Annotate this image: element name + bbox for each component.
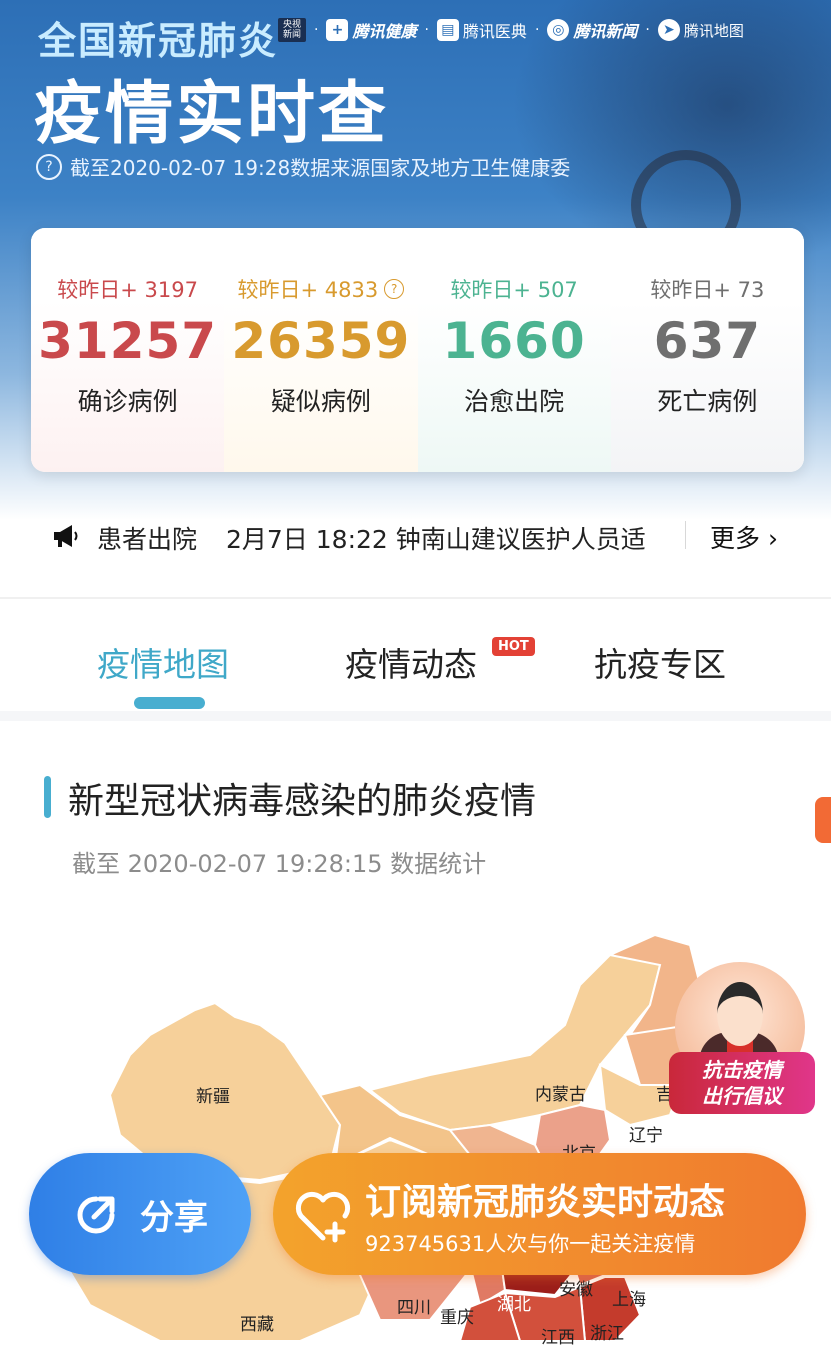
stat-value: 26359 xyxy=(231,312,411,370)
section-divider xyxy=(0,597,831,599)
active-tab-indicator xyxy=(134,697,205,709)
tab-epidemic-news[interactable]: 疫情动态 xyxy=(345,638,477,686)
news-ticker[interactable]: 患者出院 2月7日 18:22 钟南山建议医护人员适 更多 › xyxy=(0,505,831,565)
stat-cured: 较昨日+ 507 1660 治愈出院 xyxy=(417,228,611,472)
map-label-xinjiang: 新疆 xyxy=(196,1087,230,1107)
stat-confirmed: 较昨日+ 3197 31257 确诊病例 xyxy=(31,228,225,472)
stat-deaths: 较昨日+ 73 637 死亡病例 xyxy=(610,228,804,472)
header-title-big: 疫情实时查 xyxy=(34,75,390,154)
map-arrow-icon: ➤ xyxy=(657,19,680,41)
tab-anti-epidemic-zone[interactable]: 抗疫专区 xyxy=(594,638,726,686)
heart-plus-icon xyxy=(295,1191,351,1243)
info-icon[interactable]: ? xyxy=(384,279,405,299)
tencent-health-logo: + 腾讯健康 xyxy=(326,18,416,42)
tencent-dict-logo: ▤ 腾讯医典 xyxy=(436,18,527,42)
cctv-news-logo: 央视新闻 xyxy=(278,18,306,42)
map-label-zhejiang: 浙江 xyxy=(590,1324,624,1344)
stat-suspected: 较昨日+ 4833 ? 26359 疑似病例 xyxy=(224,228,418,472)
news-tag: 患者出院 xyxy=(97,525,198,554)
map-label-hubei: 湖北 xyxy=(497,1295,531,1315)
promo-line2: 出行倡议 xyxy=(702,1084,782,1108)
question-icon[interactable]: ? xyxy=(36,153,62,180)
health-plus-icon: + xyxy=(326,19,349,41)
map-label-inner-mongolia: 内蒙古 xyxy=(535,1085,586,1105)
map-label-anhui: 安徽 xyxy=(559,1280,593,1300)
subscribe-description: 923745631人次与你一起关注疫情 xyxy=(365,1232,696,1256)
data-source-info[interactable]: ? 截至2020-02-07 19:28数据来源国家及地方卫生健康委 xyxy=(36,152,570,181)
stat-label: 疑似病例 xyxy=(270,387,371,416)
stat-label: 治愈出院 xyxy=(464,387,565,416)
person-head-illustration xyxy=(717,982,763,1046)
subscribe-button[interactable]: 订阅新冠肺炎实时动态 923745631人次与你一起关注疫情 xyxy=(273,1153,806,1275)
promo-banner: 抗击疫情 出行倡议 xyxy=(669,1052,815,1114)
map-label-jiangxi: 江西 xyxy=(541,1328,575,1348)
stat-delta: 较昨日+ 3197 xyxy=(57,278,198,302)
map-label-liaoning: 辽宁 xyxy=(629,1126,663,1146)
megaphone-icon xyxy=(54,525,78,547)
chevron-right-icon: › xyxy=(760,524,778,553)
section-title: 新型冠状病毒感染的肺炎疫情 xyxy=(68,781,537,822)
stat-delta: 较昨日+ 73 xyxy=(650,278,765,302)
share-label: 分享 xyxy=(140,1197,208,1238)
share-button[interactable]: 分享 xyxy=(29,1153,251,1275)
header-title-small: 全国新冠肺炎 xyxy=(38,19,279,63)
stat-delta-row: 较昨日+ 4833 ? xyxy=(238,274,405,304)
map-label-chongqing: 重庆 xyxy=(440,1308,474,1328)
book-icon: ▤ xyxy=(436,19,459,41)
hot-badge: HOT xyxy=(492,637,535,656)
stats-card: 较昨日+ 3197 31257 确诊病例 较昨日+ 4833 ? 26359 疑… xyxy=(31,228,804,472)
travel-advice-promo[interactable]: 抗击疫情 出行倡议 xyxy=(669,962,815,1118)
stat-value: 1660 xyxy=(442,312,586,370)
tencent-map-logo: ➤ 腾讯地图 xyxy=(657,19,744,41)
share-icon xyxy=(77,1196,115,1234)
partner-logos: 央视新闻 · + 腾讯健康 · ▤ 腾讯医典 · ◎ 腾讯新闻 · ➤ 腾讯地图 xyxy=(278,18,744,42)
stat-delta: 较昨日+ 4833 xyxy=(237,278,379,302)
promo-line1: 抗击疫情 xyxy=(702,1058,782,1082)
data-source-text: 截至2020-02-07 19:28数据来源国家及地方卫生健康委 xyxy=(70,156,571,180)
floating-side-button[interactable] xyxy=(815,797,831,843)
section-accent-bar xyxy=(44,776,51,818)
section-subtitle: 截至 2020-02-07 19:28:15 数据统计 xyxy=(72,850,487,878)
stat-value: 637 xyxy=(653,312,762,370)
stat-delta: 较昨日+ 507 xyxy=(450,278,578,302)
map-label-shanghai: 上海 xyxy=(612,1290,646,1310)
stat-label: 死亡病例 xyxy=(657,387,758,416)
tab-bar: 疫情地图 疫情动态 HOT 抗疫专区 xyxy=(0,600,831,710)
tencent-news-logo: ◎ 腾讯新闻 xyxy=(547,18,637,42)
subscribe-title: 订阅新冠肺炎实时动态 xyxy=(365,1182,726,1223)
news-more-link[interactable]: 更多 › xyxy=(710,519,778,555)
news-headline[interactable]: 2月7日 18:22 钟南山建议医护人员适 xyxy=(226,520,674,556)
map-label-sichuan: 四川 xyxy=(397,1298,431,1318)
stat-label: 确诊病例 xyxy=(77,387,178,416)
news-divider xyxy=(685,521,686,549)
stat-value: 31257 xyxy=(38,312,218,370)
news-ring-icon: ◎ xyxy=(547,19,570,41)
tabs-bottom-gap xyxy=(0,711,831,721)
tab-epidemic-map[interactable]: 疫情地图 xyxy=(97,638,229,686)
map-label-xizang: 西藏 xyxy=(240,1315,274,1335)
